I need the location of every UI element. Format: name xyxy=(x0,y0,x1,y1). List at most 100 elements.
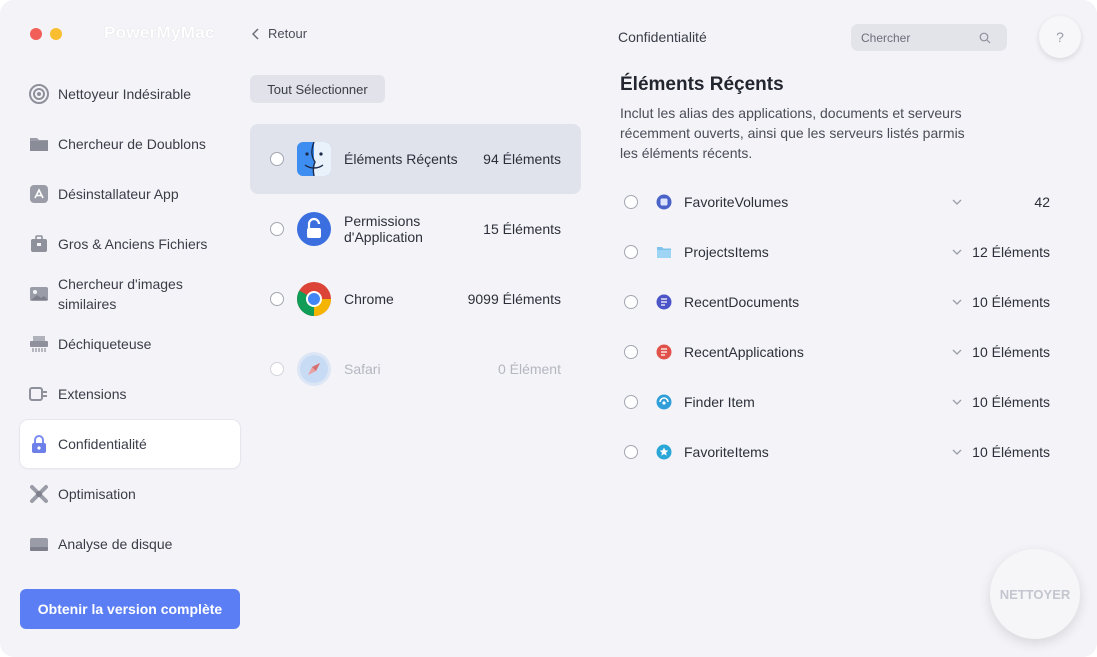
list-item-safari: Safari 0 Élément xyxy=(250,334,581,404)
window-controls xyxy=(30,28,62,40)
chevron-down-icon[interactable] xyxy=(951,396,963,408)
chevron-down-icon[interactable] xyxy=(951,296,963,308)
app-uninstaller-icon xyxy=(28,183,50,205)
sidebar-item-similar-images[interactable]: Chercheur d'images similaires xyxy=(20,270,240,318)
row-title: Chrome xyxy=(344,291,394,307)
close-window-button[interactable] xyxy=(30,28,42,40)
search-icon xyxy=(979,32,991,43)
row-checkbox[interactable] xyxy=(624,295,638,309)
list-item-recent-items[interactable]: Éléments Réçents 94 Éléments xyxy=(250,124,581,194)
sidebar-item-privacy[interactable]: Confidentialité xyxy=(20,420,240,468)
row-checkbox xyxy=(270,362,284,376)
row-title: Safari xyxy=(344,361,381,377)
chevron-down-icon[interactable] xyxy=(951,446,963,458)
list-item-favorite-items[interactable]: FavoriteItems 10 Éléments xyxy=(618,432,1058,472)
sidebar-item-label: Désinstallateur App xyxy=(58,186,179,202)
list-item-finder-item[interactable]: Finder Item 10 Éléments xyxy=(618,382,1058,422)
document-icon xyxy=(656,294,672,310)
sidebar-item-label: Chercheur de Doublons xyxy=(58,136,206,152)
row-checkbox[interactable] xyxy=(624,245,638,259)
junk-cleaner-icon xyxy=(28,83,50,105)
chevron-down-icon[interactable] xyxy=(951,346,963,358)
row-checkbox[interactable] xyxy=(270,292,284,306)
disk-icon xyxy=(28,533,50,555)
list-item-chrome[interactable]: Chrome 9099 Éléments xyxy=(250,264,581,334)
sidebar-item-label: Déchiqueteuse xyxy=(58,336,152,352)
sidebar-item-label: Optimisation xyxy=(58,486,136,502)
chevron-down-icon[interactable] xyxy=(951,246,963,258)
shredder-icon xyxy=(28,333,50,355)
plug-icon xyxy=(28,383,50,405)
chevron-down-icon[interactable] xyxy=(951,196,963,208)
image-icon xyxy=(28,283,50,305)
chevron-left-icon xyxy=(252,27,259,40)
sidebar-item-optimization[interactable]: Optimisation xyxy=(20,470,240,518)
volume-icon xyxy=(656,194,672,210)
list-item-app-permissions[interactable]: Permissions d'Application 15 Éléments xyxy=(250,194,581,264)
row-title: FavoriteItems xyxy=(684,444,769,460)
permissions-lock-icon xyxy=(296,211,332,247)
row-checkbox[interactable] xyxy=(624,345,638,359)
row-count: 10 Éléments xyxy=(972,294,1050,310)
list-item-favorite-volumes[interactable]: FavoriteVolumes 42 xyxy=(618,182,1058,222)
sidebar-item-label: Analyse de disque xyxy=(58,536,173,552)
sidebar-item-app-uninstaller[interactable]: Désinstallateur App xyxy=(20,170,240,218)
sidebar-item-large-old-files[interactable]: Gros & Anciens Fichiers xyxy=(20,220,240,268)
sidebar-item-shredder[interactable]: Déchiqueteuse xyxy=(20,320,240,368)
chrome-icon xyxy=(296,281,332,317)
row-count: 0 Élément xyxy=(497,361,561,377)
app-title: PowerMyMac xyxy=(104,23,215,42)
row-checkbox[interactable] xyxy=(270,152,284,166)
sidebar-item-duplicate-finder[interactable]: Chercheur de Doublons xyxy=(20,120,240,168)
row-title: RecentApplications xyxy=(684,344,804,360)
optimization-icon xyxy=(28,483,50,505)
sidebar: PowerMyMac Nettoyeur Indésirable Cherche… xyxy=(0,0,250,657)
sidebar-item-disk-analysis[interactable]: Analyse de disque xyxy=(20,520,240,568)
sidebar-item-label: Chercheur d'images similaires xyxy=(58,276,183,312)
row-count: 94 Éléments xyxy=(483,151,561,167)
folder-icon xyxy=(28,133,50,155)
finder-icon xyxy=(296,141,332,177)
help-button[interactable]: ? xyxy=(1039,16,1081,58)
sidebar-item-label: Extensions xyxy=(58,386,127,402)
row-title: Permissions d'Application xyxy=(344,213,423,245)
sidebar-item-label: Nettoyeur Indésirable xyxy=(58,86,192,102)
upgrade-button[interactable]: Obtenir la version complète xyxy=(20,589,240,629)
search-input[interactable] xyxy=(861,30,979,45)
app-window: PowerMyMac Nettoyeur Indésirable Cherche… xyxy=(0,0,1097,657)
row-checkbox[interactable] xyxy=(624,395,638,409)
lock-icon xyxy=(28,433,50,455)
select-all-button[interactable]: Tout Sélectionner xyxy=(250,75,385,103)
row-count: 15 Éléments xyxy=(483,221,561,237)
row-title: Éléments Réçents xyxy=(344,151,458,167)
list-item-projects-items[interactable]: ProjectsItems 12 Éléments xyxy=(618,232,1058,272)
row-checkbox[interactable] xyxy=(270,222,284,236)
finder-item-icon xyxy=(656,394,672,410)
row-title: Finder Item xyxy=(684,394,755,410)
star-icon xyxy=(656,444,672,460)
back-button[interactable]: Retour xyxy=(252,26,307,41)
list-item-recent-documents[interactable]: RecentDocuments 10 Éléments xyxy=(618,282,1058,322)
minimize-window-button[interactable] xyxy=(50,28,62,40)
sidebar-item-junk-cleaner[interactable]: Nettoyeur Indésirable xyxy=(20,70,240,118)
row-title: RecentDocuments xyxy=(684,294,800,310)
row-count: 12 Éléments xyxy=(972,244,1050,260)
section-title: Éléments Réçents xyxy=(620,74,784,95)
row-title: ProjectsItems xyxy=(684,244,769,260)
row-checkbox[interactable] xyxy=(624,195,638,209)
row-count: 9099 Éléments xyxy=(467,291,561,307)
sidebar-item-label: Confidentialité xyxy=(58,436,147,452)
sidebar-item-extensions[interactable]: Extensions xyxy=(20,370,240,418)
panel-header: Confidentialité xyxy=(618,29,707,45)
clean-button[interactable]: NETTOYER xyxy=(990,549,1080,639)
row-count: 10 Éléments xyxy=(972,394,1050,410)
folder-icon xyxy=(656,244,672,260)
section-description: Inclut les alias des applications, docum… xyxy=(620,105,965,161)
application-icon xyxy=(656,344,672,360)
row-count: 10 Éléments xyxy=(972,344,1050,360)
briefcase-icon xyxy=(28,233,50,255)
list-item-recent-applications[interactable]: RecentApplications 10 Éléments xyxy=(618,332,1058,372)
search-box[interactable] xyxy=(851,24,1007,51)
back-label: Retour xyxy=(268,26,308,41)
row-checkbox[interactable] xyxy=(624,445,638,459)
